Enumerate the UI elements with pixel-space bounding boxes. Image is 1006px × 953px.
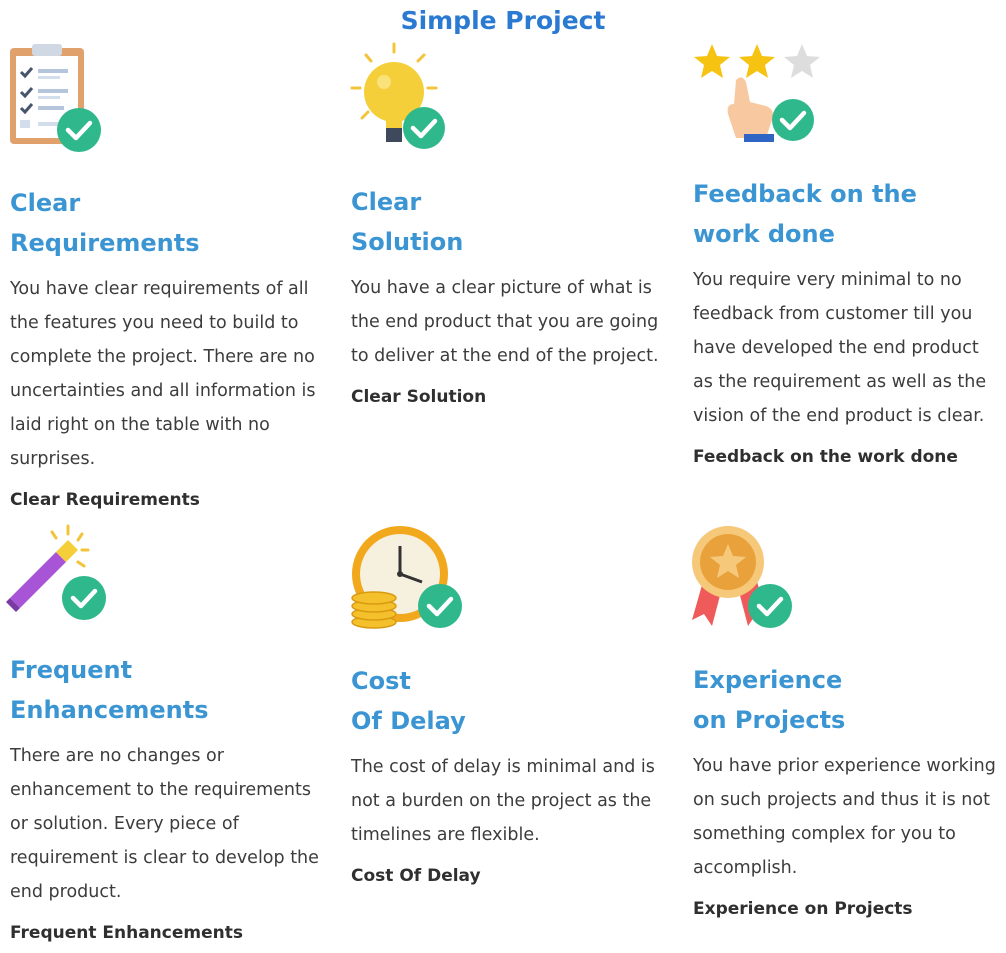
card-title-line2: Enhancements <box>10 696 209 724</box>
card-title-line2: on Projects <box>693 706 846 734</box>
card-title-line1: Clear <box>351 188 422 216</box>
card-description: You require very minimal to no feedback … <box>693 270 987 426</box>
card-title-line1: Feedback on the <box>693 180 917 208</box>
card-title-line2: Solution <box>351 228 464 256</box>
card-footer-label: Cost Of Delay <box>351 866 481 886</box>
lightbulb-icon <box>346 40 456 150</box>
card-footer-label: Experience on Projects <box>693 899 913 919</box>
card-title-line1: Clear <box>10 189 81 217</box>
card-title-line1: Cost <box>351 667 411 695</box>
card-description: The cost of delay is minimal and is not … <box>351 757 655 845</box>
clipboard-checklist-icon <box>6 42 116 152</box>
card-footer-label: Feedback on the work done <box>693 447 958 467</box>
clock-coins-icon <box>348 522 462 632</box>
card-footer-label: Clear Requirements <box>10 490 200 510</box>
card-description: There are no changes or enhancement to t… <box>10 746 319 902</box>
card-description: You have prior experience working on suc… <box>693 756 996 878</box>
card-title-line2: Requirements <box>10 229 200 257</box>
card-description: You have a clear picture of what is the … <box>351 278 659 366</box>
card-title-line2: work done <box>693 220 835 248</box>
card-footer-label: Frequent Enhancements <box>10 923 243 943</box>
award-medal-icon <box>690 522 800 632</box>
card-title-line1: Experience <box>693 666 843 694</box>
card-title-line1: Frequent <box>10 656 133 684</box>
card-description: You have clear requirements of all the f… <box>10 279 316 469</box>
card-footer-label: Clear Solution <box>351 387 487 407</box>
card-title-line2: Of Delay <box>351 707 466 735</box>
star-rating-icon <box>690 38 820 148</box>
page-title: Simple Project <box>400 6 606 35</box>
magic-wand-icon <box>6 520 116 630</box>
